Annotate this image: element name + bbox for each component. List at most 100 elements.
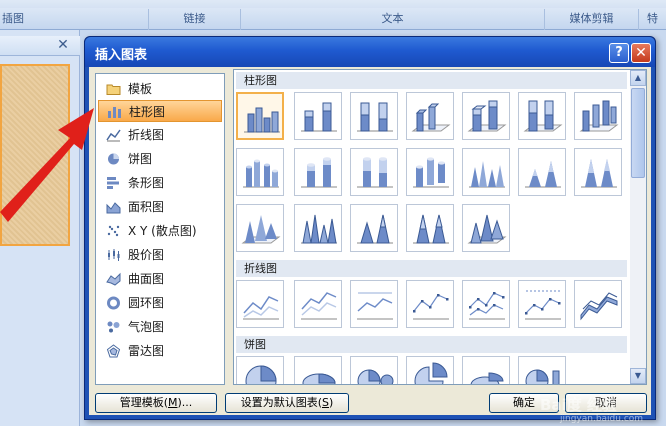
section-header-column: 柱形图 <box>236 72 627 89</box>
category-item-radar[interactable]: 雷达图 <box>98 340 222 362</box>
chart-thumb-100-stacked-column[interactable] <box>350 92 398 140</box>
chart-thumb-stacked-cone[interactable] <box>518 148 566 196</box>
chart-thumb-3d-clustered-column[interactable] <box>406 92 454 140</box>
chart-thumb-bar-of-pie[interactable] <box>518 356 566 384</box>
bubble-chart-icon <box>106 320 121 334</box>
chart-thumb-stacked-pyramid[interactable] <box>350 204 398 252</box>
chart-thumb-100-stacked-cone[interactable] <box>574 148 622 196</box>
category-label: 雷达图 <box>128 344 165 358</box>
ribbon-group-label: 插图 <box>2 12 24 25</box>
chart-thumb-stacked-column[interactable] <box>294 92 342 140</box>
category-label: 条形图 <box>128 176 165 190</box>
chart-thumb-3d-line[interactable] <box>574 280 622 328</box>
category-item-doughnut[interactable]: 圆环图 <box>98 292 222 314</box>
button-text: )... <box>177 396 193 409</box>
ribbon: 插图 链接 文本 媒体剪辑 特 <box>0 0 666 30</box>
chart-thumb-clustered-pyramid[interactable] <box>294 204 342 252</box>
close-button[interactable]: ✕ <box>631 43 651 63</box>
section-header-line: 折线图 <box>236 260 627 277</box>
ribbon-group-illustrations[interactable]: 插图 <box>0 9 148 30</box>
chart-thumb-stacked-line-markers[interactable] <box>462 280 510 328</box>
dialog-titlebar[interactable]: 插入图表 ? ✕ <box>85 37 655 67</box>
section-header-pie: 饼图 <box>236 336 627 353</box>
category-label: X Y (散点图) <box>128 224 197 238</box>
chart-thumb-clustered-column[interactable] <box>236 92 284 140</box>
category-item-line[interactable]: 折线图 <box>98 124 222 146</box>
chart-thumb-100-stacked-pyramid[interactable] <box>406 204 454 252</box>
chart-thumb-3d-pyramid[interactable] <box>462 204 510 252</box>
chart-thumb-line-markers[interactable] <box>406 280 454 328</box>
scrollbar-thumb[interactable] <box>631 88 645 178</box>
ribbon-group-label: 特 <box>647 12 658 25</box>
accelerator-key: M <box>168 396 178 409</box>
category-label: 股价图 <box>128 248 165 262</box>
ribbon-group-media[interactable]: 媒体剪辑 <box>544 9 638 30</box>
category-item-scatter[interactable]: X Y (散点图) <box>98 220 222 242</box>
category-item-templates[interactable]: 模板 <box>98 78 222 100</box>
chart-thumb-line[interactable] <box>236 280 284 328</box>
category-item-pie[interactable]: 饼图 <box>98 148 222 170</box>
baidu-watermark-url: jingyan.baidu.com <box>560 414 644 424</box>
chart-thumb-3d-cone[interactable] <box>236 204 284 252</box>
category-item-bubble[interactable]: 气泡图 <box>98 316 222 338</box>
category-label: 曲面图 <box>128 272 165 286</box>
baidu-watermark: Bai度 经验 <box>540 396 617 414</box>
category-label: 柱形图 <box>129 105 166 119</box>
chart-thumb-stacked-cylinder[interactable] <box>294 148 342 196</box>
scatter-chart-icon <box>106 224 121 238</box>
chart-thumb-exploded-3d-pie[interactable] <box>462 356 510 384</box>
chart-thumb-100-stacked-cylinder[interactable] <box>350 148 398 196</box>
set-default-chart-button[interactable]: 设置为默认图表(S) <box>225 393 349 413</box>
accelerator-key: S <box>322 396 329 409</box>
button-text: 管理模板( <box>119 396 168 409</box>
chart-category-list: 模板 柱形图 折线图 饼图 条形图 面积图 X Y (散点图) 股价图 曲面图 … <box>95 73 225 385</box>
doughnut-chart-icon <box>106 296 121 310</box>
ribbon-group-label: 文本 <box>381 12 404 25</box>
ribbon-group-label: 链接 <box>183 12 206 25</box>
category-item-column[interactable]: 柱形图 <box>98 100 222 122</box>
help-button[interactable]: ? <box>609 43 629 63</box>
chart-thumb-100-stacked-line-markers[interactable] <box>518 280 566 328</box>
category-label: 气泡图 <box>128 320 165 334</box>
stock-chart-icon <box>106 248 121 262</box>
pane-close-icon[interactable]: ✕ <box>56 38 70 52</box>
chart-gallery: 柱形图 折线图 饼图 ▲ ▼ <box>233 69 647 385</box>
chart-thumb-3d-pie[interactable] <box>294 356 342 384</box>
ribbon-group-links[interactable]: 链接 <box>148 9 240 30</box>
category-label: 模板 <box>128 82 153 96</box>
category-label: 饼图 <box>128 152 153 166</box>
radar-chart-icon <box>106 344 121 358</box>
scroll-up-icon[interactable]: ▲ <box>630 70 646 86</box>
category-item-surface[interactable]: 曲面图 <box>98 268 222 290</box>
insert-chart-dialog: 插入图表 ? ✕ 模板 柱形图 折线图 饼图 条形图 面积图 X Y (散点图)… <box>84 36 656 420</box>
scroll-down-icon[interactable]: ▼ <box>630 368 646 384</box>
chart-thumb-100-stacked-line[interactable] <box>350 280 398 328</box>
chart-thumb-clustered-cylinder[interactable] <box>236 148 284 196</box>
ribbon-group-special[interactable]: 特 <box>638 9 666 30</box>
category-label: 圆环图 <box>128 296 165 310</box>
dialog-title: 插入图表 <box>95 48 148 63</box>
chart-thumb-3d-100-stacked-column[interactable] <box>518 92 566 140</box>
ribbon-group-text[interactable]: 文本 <box>240 9 544 30</box>
category-item-area[interactable]: 面积图 <box>98 196 222 218</box>
workspace-edge <box>656 30 666 426</box>
chart-thumb-3d-cylinder[interactable] <box>406 148 454 196</box>
surface-chart-icon <box>106 272 121 286</box>
chart-thumb-3d-column[interactable] <box>574 92 622 140</box>
category-item-stock[interactable]: 股价图 <box>98 244 222 266</box>
chart-thumb-stacked-line[interactable] <box>294 280 342 328</box>
chart-thumb-exploded-pie[interactable] <box>406 356 454 384</box>
button-text: ) <box>328 396 334 409</box>
button-text: 设置为默认图表( <box>240 396 322 409</box>
gallery-scrollbar[interactable]: ▲ ▼ <box>630 70 646 384</box>
dialog-client-area: 模板 柱形图 折线图 饼图 条形图 面积图 X Y (散点图) 股价图 曲面图 … <box>89 67 651 415</box>
chart-thumb-clustered-cone[interactable] <box>462 148 510 196</box>
chart-thumb-pie-of-pie[interactable] <box>350 356 398 384</box>
manage-templates-button[interactable]: 管理模板(M)... <box>95 393 217 413</box>
chart-thumb-3d-stacked-column[interactable] <box>462 92 510 140</box>
red-arrow-annotation <box>0 108 94 222</box>
category-label: 面积图 <box>128 200 165 214</box>
category-item-bar[interactable]: 条形图 <box>98 172 222 194</box>
chart-thumb-pie[interactable] <box>236 356 284 384</box>
category-label: 折线图 <box>128 128 165 142</box>
